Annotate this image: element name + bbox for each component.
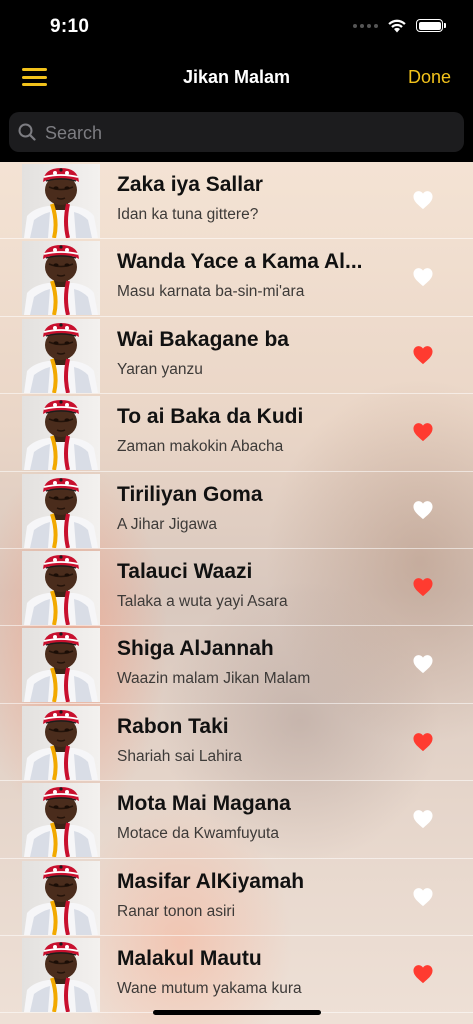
thumbnail: [22, 937, 100, 1012]
heart-icon[interactable]: [412, 500, 434, 520]
cellular-signal-icon: [353, 23, 378, 28]
item-subtitle: Wane mutum yakama kura: [117, 979, 302, 997]
list-item[interactable]: Wanda Yace a Kama Al... Masu karnata ba-…: [0, 239, 473, 317]
heart-filled-icon[interactable]: [412, 577, 434, 597]
list-item[interactable]: Shiga AlJannah Waazin malam Jikan Malam: [0, 626, 473, 704]
item-subtitle: Talaka a wuta yayi Asara: [117, 592, 288, 610]
thumbnail: [22, 164, 100, 238]
list-item[interactable]: To ai Baka da Kudi Zaman makokin Abacha: [0, 394, 473, 472]
heart-icon[interactable]: [412, 267, 434, 287]
thumbnail: [22, 550, 100, 625]
list-item[interactable]: Malakul Mautu Wane mutum yakama kura: [0, 936, 473, 1014]
item-title: Shiga AlJannah: [117, 637, 274, 661]
item-title: Tiriliyan Goma: [117, 482, 263, 506]
list-item[interactable]: Mota Mai Magana Motace da Kwamfuyuta: [0, 781, 473, 859]
navigation-bar: Jikan Malam Done: [0, 54, 473, 102]
item-title: Talauci Waazi: [117, 559, 253, 583]
heart-filled-icon[interactable]: [412, 964, 434, 984]
heart-filled-icon[interactable]: [412, 345, 434, 365]
item-subtitle: A Jihar Jigawa: [117, 515, 217, 533]
heart-filled-icon[interactable]: [412, 732, 434, 752]
list-item[interactable]: Tiriliyan Goma A Jihar Jigawa: [0, 472, 473, 549]
heart-icon[interactable]: [412, 190, 434, 210]
heart-filled-icon[interactable]: [412, 422, 434, 442]
thumbnail: [22, 473, 100, 548]
thumbnail: [22, 783, 100, 858]
item-subtitle: Waazin malam Jikan Malam: [117, 670, 311, 688]
done-button[interactable]: Done: [408, 67, 451, 88]
heart-icon[interactable]: [412, 887, 434, 907]
home-indicator: [153, 1010, 321, 1015]
list-item[interactable]: Talauci Waazi Talaka a wuta yayi Asara: [0, 549, 473, 627]
thumbnail: [22, 396, 100, 471]
item-subtitle: Yaran yanzu: [117, 360, 203, 378]
item-title: To ai Baka da Kudi: [117, 405, 304, 429]
thumbnail: [22, 318, 100, 393]
item-subtitle: Shariah sai Lahira: [117, 747, 242, 765]
item-title: Masifar AlKiyamah: [117, 869, 305, 893]
search-input[interactable]: [43, 112, 447, 154]
thumbnail: [22, 705, 100, 780]
item-subtitle: Idan ka tuna gittere?: [117, 206, 259, 223]
status-time: 9:10: [50, 16, 90, 37]
item-title: Wai Bakagane ba: [117, 327, 289, 351]
item-title: Malakul Mautu: [117, 946, 262, 970]
item-title: Mota Mai Magana: [117, 792, 291, 816]
track-list: Zaka iya Sallar Idan ka tuna gittere? Wa…: [0, 162, 473, 1024]
item-subtitle: Ranar tonon asiri: [117, 902, 236, 920]
search-bar: [0, 101, 473, 162]
list-item[interactable]: Wai Bakagane ba Yaran yanzu: [0, 317, 473, 395]
status-icons: [353, 18, 446, 33]
search-field[interactable]: [9, 112, 464, 154]
item-title: Zaka iya Sallar: [117, 173, 263, 196]
thumbnail: [22, 860, 100, 935]
list-item[interactable]: Rabon Taki Shariah sai Lahira: [0, 704, 473, 782]
page-title: Jikan Malam: [182, 67, 291, 87]
battery-icon: [416, 19, 446, 32]
item-title: Wanda Yace a Kama Al...: [117, 250, 363, 274]
thumbnail: [22, 628, 100, 703]
item-subtitle: Motace da Kwamfuyuta: [117, 825, 279, 843]
status-bar: 9:10: [0, 0, 473, 54]
item-subtitle: Zaman makokin Abacha: [117, 438, 284, 456]
thumbnail: [22, 241, 100, 316]
item-subtitle: Masu karnata ba-sin-mi'ara: [117, 283, 305, 301]
heart-icon[interactable]: [412, 809, 434, 829]
list-item[interactable]: Masifar AlKiyamah Ranar tonon asiri: [0, 859, 473, 936]
list-item[interactable]: Zaka iya Sallar Idan ka tuna gittere?: [0, 162, 473, 240]
wifi-icon: [388, 19, 406, 33]
search-icon: [18, 123, 36, 141]
item-title: Rabon Taki: [117, 714, 229, 738]
heart-icon[interactable]: [412, 654, 434, 674]
